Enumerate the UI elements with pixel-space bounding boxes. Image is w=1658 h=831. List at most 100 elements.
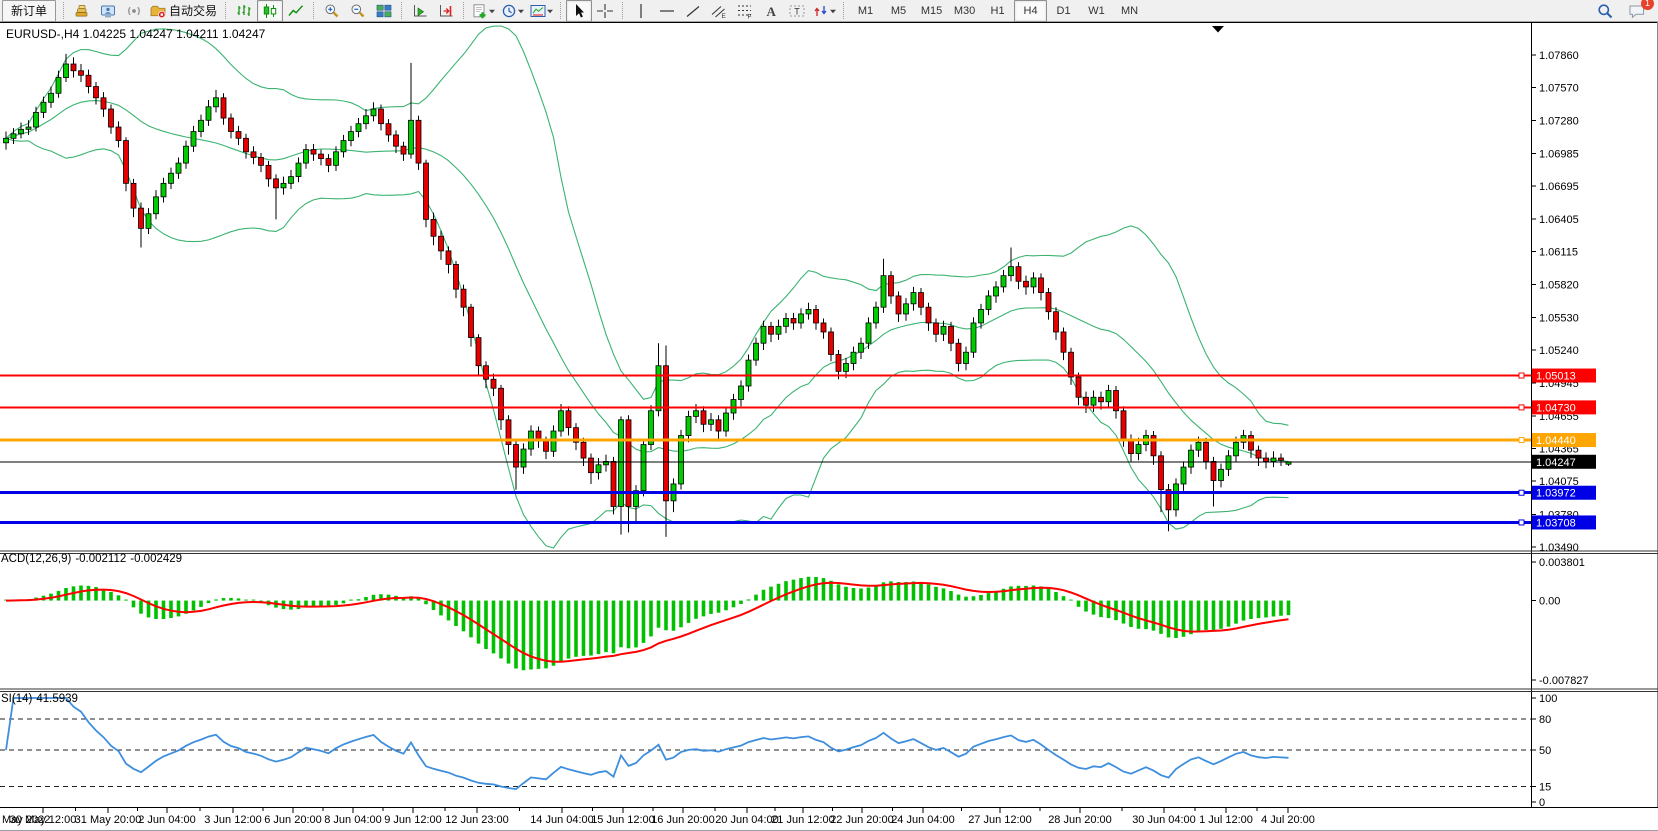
autotrade-button[interactable]: 自动交易 [147,0,221,22]
svg-text:6 Jun 20:00: 6 Jun 20:00 [264,814,322,826]
tile-windows-button[interactable] [371,0,397,22]
macd-signal-value: -0.002429 [130,553,182,565]
timeframe-w1-button[interactable]: W1 [1080,0,1113,22]
equidistant-channel-button[interactable]: E [706,0,732,22]
timeframe-m30-button[interactable]: M30 [948,0,981,22]
svg-text:1.05013: 1.05013 [1536,371,1576,383]
notifications-button[interactable]: 1 [1624,0,1650,22]
search-button[interactable] [1592,0,1618,22]
chart-bars-button[interactable] [231,0,257,22]
timeframe-d1-button[interactable]: D1 [1047,0,1080,22]
zoom-in-icon [323,3,341,19]
indicator-add-icon [471,3,489,19]
trading-terminal-window: 新订单 自动交易 EFA T M1M5M15M30H1H4D1W1MN 1 1.07860… [0,0,1658,831]
svg-text:1.05240: 1.05240 [1539,345,1579,357]
macd-name: ACD(12,26,9) [1,553,71,565]
svg-text:15 Jun 12:00: 15 Jun 12:00 [591,814,655,826]
svg-text:20 Jun 04:00: 20 Jun 04:00 [715,814,779,826]
notification-count-badge: 1 [1641,0,1654,10]
line-handle[interactable] [1519,373,1524,378]
horizontal-line-button[interactable] [654,0,680,22]
svg-text:9 Jun 12:00: 9 Jun 12:00 [384,814,442,826]
trendline-button[interactable] [680,0,706,22]
svg-text:1.06695: 1.06695 [1539,181,1579,193]
svg-text:4 Jul 20:00: 4 Jul 20:00 [1261,814,1315,826]
toolbar-separator [622,2,624,19]
new-order-button[interactable]: 新订单 [2,0,56,22]
fibonacci-button[interactable]: F [732,0,758,22]
zoom-out-button[interactable] [345,0,371,22]
periods-button[interactable] [498,0,527,22]
toolbar-separator [313,2,315,19]
chart-shift-icon [437,3,455,19]
svg-text:1.03708: 1.03708 [1536,517,1576,529]
dropdown-caret-icon [488,3,496,19]
cursor-button[interactable] [566,0,592,22]
indicators-button[interactable] [469,0,498,22]
chart-area[interactable]: 1.078601.075701.072801.069851.066951.064… [0,22,1658,831]
svg-text:1.04440: 1.04440 [1536,435,1576,447]
timeframe-m5-button[interactable]: M5 [882,0,915,22]
timeframe-m1-button[interactable]: M1 [849,0,882,22]
timeframe-mn-button[interactable]: MN [1113,0,1146,22]
timeframe-m15-button[interactable]: M15 [915,0,948,22]
svg-text:21 Jun 12:00: 21 Jun 12:00 [771,814,835,826]
svg-text:1.03972: 1.03972 [1536,488,1576,500]
line-handle[interactable] [1519,520,1524,525]
vertical-line-button[interactable] [628,0,654,22]
svg-text:1.04730: 1.04730 [1536,402,1576,414]
svg-text:1.06405: 1.06405 [1539,214,1579,226]
chart-candles-button[interactable] [257,0,283,22]
svg-text:0: 0 [1539,797,1545,809]
gold-bars-icon [73,3,91,19]
search-icon [1596,3,1614,19]
svg-text:1.07280: 1.07280 [1539,115,1579,127]
svg-text:8 Jun 04:00: 8 Jun 04:00 [324,814,382,826]
svg-text:E: E [722,13,727,19]
text-a-icon: A [762,3,780,19]
crosshair-button[interactable] [592,0,618,22]
svg-text:1.04247: 1.04247 [1536,457,1576,469]
price-chart[interactable]: 1.078601.075701.072801.069851.066951.064… [0,22,1658,831]
line-handle[interactable] [1519,405,1524,410]
metaeditor-button[interactable] [69,0,95,22]
zoom-in-button[interactable] [319,0,345,22]
chart-line-button[interactable] [283,0,309,22]
svg-text:80: 80 [1539,714,1551,726]
svg-text:100: 100 [1539,693,1557,705]
clock-icon [500,3,518,19]
svg-text:1.07570: 1.07570 [1539,83,1579,95]
svg-text:0.003801: 0.003801 [1539,557,1585,569]
svg-text:22 Jun 20:00: 22 Jun 20:00 [830,814,894,826]
broadcast-button[interactable] [121,0,147,22]
templates-button[interactable] [527,0,556,22]
auto-scroll-button[interactable] [407,0,433,22]
svg-text:T: T [794,6,800,16]
arrows-button[interactable] [810,0,839,22]
toolbar-separator [63,2,65,19]
toolbar: 新订单 自动交易 EFA T M1M5M15M30H1H4D1W1MN 1 [0,0,1658,22]
toolbar-separator [843,2,845,19]
timeframe-h1-button[interactable]: H1 [981,0,1014,22]
line-handle[interactable] [1519,490,1524,495]
chart-shift-button[interactable] [433,0,459,22]
svg-text:27 Jun 12:00: 27 Jun 12:00 [968,814,1032,826]
svg-text:1.03490: 1.03490 [1539,542,1579,554]
crosshair-icon [596,3,614,19]
community-button[interactable] [95,0,121,22]
toolbar-separator [463,2,465,19]
toolbar-separator [560,2,562,19]
svg-text:1.05530: 1.05530 [1539,312,1579,324]
symbol-period-ohlc: EURUSD-,H4 1.04225 1.04247 1.04211 1.042… [6,27,265,41]
toolbar-separator [225,2,227,19]
svg-text:30 May 12:00: 30 May 12:00 [10,814,77,826]
line-handle[interactable] [1519,438,1524,443]
text-button[interactable]: A [758,0,784,22]
timeframe-h4-button[interactable]: H4 [1014,0,1047,22]
text-label-button[interactable]: T [784,0,810,22]
svg-text:1.07860: 1.07860 [1539,50,1579,62]
line-chart-icon [287,3,305,19]
svg-text:31 May 20:00: 31 May 20:00 [75,814,142,826]
rsi-indicator-label: SI(14)41.5939 [1,693,82,705]
svg-text:1.06115: 1.06115 [1539,246,1578,258]
